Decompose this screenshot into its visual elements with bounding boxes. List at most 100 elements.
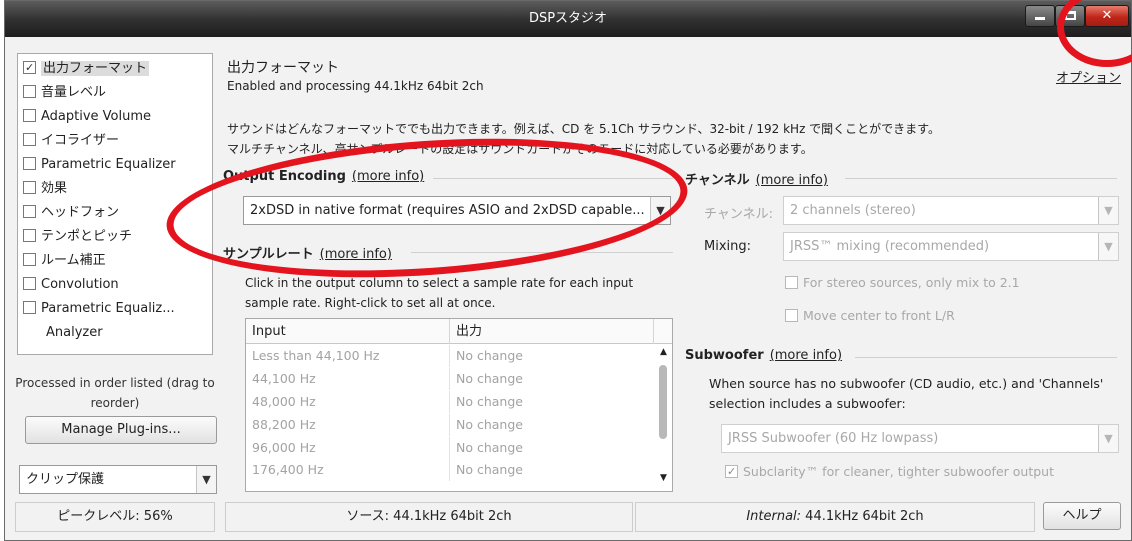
column-header-output[interactable]: 出力	[450, 319, 654, 344]
divider	[845, 178, 1117, 179]
sidebar-item-adaptive-volume[interactable]: Adaptive Volume	[18, 105, 212, 129]
help-button[interactable]: ヘルプ	[1043, 502, 1121, 530]
input-cell: Less than 44,100 Hz	[246, 345, 450, 367]
output-cell[interactable]: No change	[450, 391, 523, 413]
input-cell: 88,200 Hz	[246, 413, 450, 436]
chevron-down-icon[interactable]: ▼	[1098, 197, 1118, 224]
sidebar-item-label: 出力フォーマット	[41, 61, 150, 76]
scroll-thumb[interactable]	[659, 365, 667, 439]
table-row[interactable]: 88,200 Hz No change	[246, 413, 655, 437]
description-line-1: サウンドはどんなフォーマットででも出力できます。例えば、CD を 5.1Ch サ…	[227, 122, 940, 136]
subclarity-label: Subclarity™ for cleaner, tighter subwoof…	[743, 464, 1054, 479]
move-center-option[interactable]: Move center to front L/R	[785, 308, 955, 323]
window-title: DSPスタジオ	[528, 11, 608, 26]
sidebar-item-effects[interactable]: 効果	[18, 177, 212, 201]
sidebar-item-equalizer[interactable]: イコライザー	[18, 129, 212, 153]
minimize-icon	[1035, 17, 1045, 20]
input-cell: 44,100 Hz	[246, 367, 450, 390]
column-header-input[interactable]: Input	[246, 319, 450, 344]
checkbox-icon[interactable]	[23, 85, 36, 98]
output-cell[interactable]: No change	[450, 345, 523, 367]
mixing-label: Mixing:	[703, 239, 751, 254]
subwoofer-value: JRSS Subwoofer (60 Hz lowpass)	[728, 431, 939, 446]
channels-value: 2 channels (stereo)	[790, 203, 916, 218]
sidebar-item-label: ルーム補正	[41, 253, 106, 268]
title-bar[interactable]: DSPスタジオ ✕	[5, 1, 1131, 37]
checkbox-icon[interactable]	[785, 276, 798, 289]
checkbox-icon[interactable]	[23, 229, 36, 242]
sample-rate-help-line-2: sample rate. Right-click to set all at o…	[245, 296, 496, 310]
checkbox-icon[interactable]	[23, 109, 36, 122]
sidebar-item-parametric-equalizer[interactable]: Parametric Equalizer	[18, 153, 212, 177]
scroll-up-icon[interactable]: ▲	[655, 347, 672, 363]
output-cell[interactable]: No change	[450, 459, 523, 481]
divider	[855, 357, 1117, 358]
table-body: Less than 44,100 Hz No change 44,100 Hz No…	[246, 345, 655, 491]
stereo-only-option[interactable]: For stereo sources, only mix to 2.1	[785, 275, 1020, 290]
scroll-down-icon[interactable]: ▼	[655, 473, 672, 489]
checkbox-icon[interactable]	[23, 61, 36, 74]
sidebar-item-label: イコライザー	[41, 133, 120, 148]
checkbox-icon[interactable]	[785, 309, 798, 322]
preset-select[interactable]: クリップ保護 ▼	[19, 465, 217, 494]
subwoofer-select[interactable]: JRSS Subwoofer (60 Hz lowpass) ▼	[721, 424, 1119, 453]
table-row[interactable]: 48,000 Hz No change	[246, 390, 655, 414]
sidebar-item-convolution[interactable]: Convolution	[18, 273, 212, 297]
sidebar-item-room-correction[interactable]: ルーム補正	[18, 249, 212, 273]
subclarity-option[interactable]: Subclarity™ for cleaner, tighter subwoof…	[725, 464, 1054, 479]
table-row[interactable]: 176,400 Hz No change	[246, 459, 655, 482]
subwoofer-description-line-1: When source has no subwoofer (CD audio, …	[709, 376, 1104, 391]
annotation-circle-close	[1057, 0, 1132, 67]
internal-status-value: 44.1kHz 64bit 2ch	[805, 509, 924, 524]
checkbox-icon[interactable]	[725, 465, 738, 478]
table-row[interactable]: 44,100 Hz No change	[246, 367, 655, 391]
sample-rate-help: Click in the output column to select a s…	[245, 273, 675, 313]
sidebar-item-label: Convolution	[41, 277, 119, 292]
output-cell[interactable]: No change	[450, 437, 523, 459]
subwoofer-description-line-2: selection includes a subwoofer:	[709, 396, 906, 411]
table-scrollbar[interactable]: ▲ ▼	[655, 345, 672, 491]
minimize-button[interactable]	[1025, 5, 1055, 27]
table-row[interactable]: Less than 44,100 Hz No change	[246, 345, 655, 368]
input-cell: 176,400 Hz	[246, 459, 450, 482]
source-status: ソース: 44.1kHz 64bit 2ch	[225, 502, 633, 532]
manage-plugins-button[interactable]: Manage Plug-ins...	[25, 416, 217, 444]
sidebar-item-label: Adaptive Volume	[41, 109, 152, 124]
internal-status-label: Internal:	[746, 509, 802, 524]
output-cell[interactable]: No change	[450, 414, 523, 436]
subwoofer-more-info-link[interactable]: (more info)	[770, 348, 842, 363]
checkbox-icon[interactable]	[23, 205, 36, 218]
chevron-down-icon[interactable]: ▼	[1098, 425, 1118, 452]
sample-rate-help-line-1: Click in the output column to select a s…	[245, 276, 634, 290]
checkbox-icon[interactable]	[23, 253, 36, 266]
options-link[interactable]: オプション	[1056, 67, 1121, 86]
sample-rate-table[interactable]: Input 出力 Less than 44,100 Hz No change 44…	[245, 318, 673, 492]
sidebar-item-label: Parametric Equalizer	[41, 157, 176, 172]
output-cell[interactable]: No change	[450, 368, 523, 390]
chevron-down-icon[interactable]: ▼	[196, 466, 216, 493]
table-header: Input 出力	[246, 319, 672, 344]
checkbox-icon[interactable]	[23, 181, 36, 194]
subwoofer-heading: Subwoofer (more info)	[685, 348, 842, 363]
table-row[interactable]: 96,000 Hz No change	[246, 436, 655, 460]
chevron-down-icon[interactable]: ▼	[1098, 233, 1118, 260]
reorder-note: Processed in order listed (drag to reord…	[15, 376, 215, 410]
preset-select-value: クリップ保護	[26, 472, 105, 487]
sidebar-item-volume-level[interactable]: 音量レベル	[18, 81, 212, 105]
sidebar-item-parametric-equalizer-2[interactable]: Parametric Equaliz...	[18, 297, 212, 321]
sidebar-item-analyzer[interactable]: Analyzer	[18, 321, 212, 345]
checkbox-icon[interactable]	[23, 133, 36, 146]
section-title: チャンネル	[685, 173, 750, 188]
checkbox-icon[interactable]	[23, 277, 36, 290]
channels-more-info-link[interactable]: (more info)	[756, 173, 828, 188]
internal-status: Internal: 44.1kHz 64bit 2ch	[635, 502, 1035, 532]
sidebar-item-output-format[interactable]: 出力フォーマット	[18, 57, 212, 81]
mixing-select[interactable]: JRSS™ mixing (recommended) ▼	[783, 232, 1119, 261]
sidebar-item-label: Parametric Equaliz...	[41, 301, 175, 316]
sidebar-item-label: 効果	[41, 181, 68, 196]
checkbox-icon[interactable]	[23, 157, 36, 170]
channels-select[interactable]: 2 channels (stereo) ▼	[783, 196, 1119, 225]
move-center-label: Move center to front L/R	[803, 308, 955, 323]
channels-heading: チャンネル (more info)	[685, 169, 828, 188]
checkbox-icon[interactable]	[23, 301, 36, 314]
